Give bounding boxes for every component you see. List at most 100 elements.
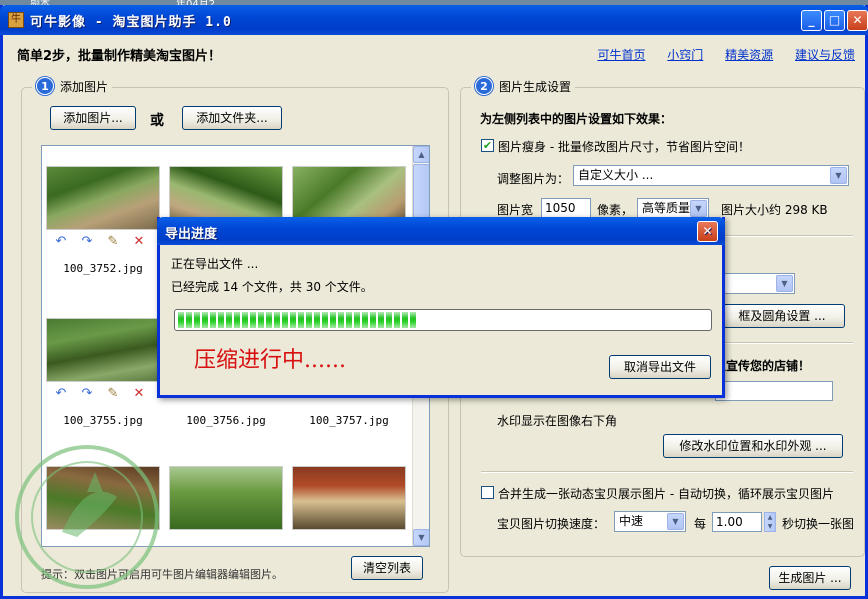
dialog-title-text: 导出进度 [165, 227, 218, 242]
thumbnail-name: 100_3752.jpg [63, 262, 143, 275]
thumb-toolbar: ↶ ↷ ✎ ✕ [54, 386, 154, 404]
resize-select[interactable]: 自定义大小 ... ▼ [573, 165, 849, 186]
frame-settings-button[interactable]: 框及圆角设置 ... [719, 304, 845, 328]
thumbnail-image[interactable] [169, 466, 283, 530]
cancel-export-button[interactable]: 取消导出文件 [609, 355, 711, 379]
rotate-right-icon[interactable]: ↷ [80, 234, 94, 252]
merge-checkbox[interactable] [481, 486, 494, 499]
merge-label: 合并生成一张动态宝贝展示图片 - 自动切换，循环展示宝贝图片 [498, 487, 834, 501]
quality-select[interactable]: 高等质量 ▼ [637, 198, 709, 219]
progress-segment [258, 312, 264, 328]
thumbnail-name: 100_3756.jpg [186, 414, 266, 427]
list-item[interactable] [167, 446, 285, 546]
frame-select[interactable]: ▼ [721, 273, 795, 294]
maximize-button[interactable]: □ [824, 10, 845, 31]
watermark-position: 水印显示在图像右下角 [497, 414, 618, 428]
progress-segment [346, 312, 352, 328]
delete-icon[interactable]: ✕ [132, 234, 146, 252]
rotate-left-icon[interactable]: ↶ [54, 386, 68, 404]
edit-icon[interactable]: ✎ [106, 386, 120, 404]
every-label: 每 [694, 517, 707, 531]
export-progress-dialog: 导出进度 ✕ 正在导出文件 ... 已经完成 14 个文件，共 30 个文件。 … [157, 217, 725, 398]
progress-segment [266, 312, 272, 328]
add-images-button[interactable]: 添加图片... [50, 106, 136, 130]
progress-segment [378, 312, 384, 328]
progress-segment [274, 312, 280, 328]
progress-segment [210, 312, 216, 328]
list-item[interactable] [290, 446, 408, 546]
progress-segment [186, 312, 192, 328]
settings-subtitle: 为左侧列表中的图片设置如下效果： [480, 112, 673, 126]
progress-segment [370, 312, 376, 328]
add-folder-button[interactable]: 添加文件夹... [182, 106, 282, 130]
thumbnail-image[interactable] [292, 466, 406, 530]
thumbnail-image[interactable] [46, 318, 160, 382]
rotate-left-icon[interactable]: ↶ [54, 234, 68, 252]
resize-label: 调整图片为： [497, 172, 570, 186]
add-images-title: 添加图片 [60, 79, 109, 94]
watermark-input[interactable] [715, 381, 833, 401]
close-button[interactable]: ✕ [847, 10, 868, 31]
list-item[interactable]: ↶ ↷ ✎ ✕ 100_3755.jpg [44, 298, 162, 443]
dialog-close-button[interactable]: ✕ [697, 221, 718, 242]
thumbnail-image[interactable] [46, 466, 160, 530]
scroll-down-icon[interactable]: ▼ [413, 529, 429, 546]
group-title-add: 1 添加图片 [32, 77, 113, 95]
chevron-down-icon[interactable]: ▼ [776, 275, 793, 292]
link-resources[interactable]: 精美资源 [725, 48, 773, 62]
chevron-down-icon[interactable]: ▼ [667, 513, 684, 530]
thumbnail-name: 100_3757.jpg [309, 414, 389, 427]
pixel-label: 像素， [597, 203, 634, 217]
thumbnail-name: 100_3755.jpg [63, 414, 143, 427]
slim-label: 图片瘦身 - 批量修改图片尺寸，节省图片空间！ [498, 140, 750, 154]
export-line-2: 已经完成 14 个文件，共 30 个文件。 [171, 280, 373, 294]
progress-segment [330, 312, 336, 328]
progress-segment [402, 312, 408, 328]
clear-list-button[interactable]: 清空列表 [351, 556, 423, 580]
quality-value: 高等质量 [642, 201, 691, 215]
speed-label: 宝贝图片切换速度： [497, 517, 606, 531]
list-item[interactable]: ↶ ↷ ✎ ✕ 100_3752.jpg [44, 146, 162, 291]
list-item[interactable] [44, 446, 162, 546]
thumbnail-image[interactable] [46, 166, 160, 230]
edit-icon[interactable]: ✎ [106, 234, 120, 252]
hint-text: 提示：双击图片可启用可牛图片编辑器编辑图片。 [41, 568, 283, 581]
divider [481, 471, 853, 473]
progress-segment [218, 312, 224, 328]
progress-segment [306, 312, 312, 328]
progress-segment [178, 312, 184, 328]
progress-segment [250, 312, 256, 328]
scroll-up-icon[interactable]: ▲ [413, 146, 429, 163]
link-tips[interactable]: 小窍门 [667, 48, 703, 62]
resize-value: 自定义大小 ... [578, 168, 654, 182]
progress-segment [362, 312, 368, 328]
thumb-toolbar: ↶ ↷ ✎ ✕ [54, 234, 154, 252]
progress-segment [242, 312, 248, 328]
progress-segment [202, 312, 208, 328]
watermark-settings-button[interactable]: 修改水印位置和水印外观 ... [663, 434, 843, 458]
slim-checkbox[interactable]: ✔ [481, 139, 494, 152]
step-1-icon: 1 [36, 77, 54, 95]
progress-segment [314, 312, 320, 328]
progress-segment [234, 312, 240, 328]
minimize-button[interactable]: _ [801, 10, 822, 31]
generate-button[interactable]: 生成图片 ... [769, 566, 851, 590]
speed-select[interactable]: 中速 ▼ [614, 511, 686, 532]
watermark-prompt: 以宣传您的店铺！ [714, 359, 811, 373]
spin-button[interactable]: ▲ ▼ [764, 512, 776, 532]
seconds-input[interactable]: 1.00 [712, 512, 762, 532]
delete-icon[interactable]: ✕ [132, 386, 146, 404]
chevron-down-icon[interactable]: ▼ [690, 200, 707, 217]
compress-status: 压缩进行中...... [194, 348, 346, 373]
link-feedback[interactable]: 建议与反馈 [795, 48, 855, 62]
progress-segment [354, 312, 360, 328]
progress-segment [290, 312, 296, 328]
progress-segment [298, 312, 304, 328]
width-input[interactable]: 1050 [541, 198, 591, 218]
rotate-right-icon[interactable]: ↷ [80, 386, 94, 404]
link-home[interactable]: 可牛首页 [597, 48, 645, 62]
dialog-title[interactable]: 导出进度 ✕ [157, 217, 725, 245]
title-bar[interactable]: 牛 可牛影像 - 淘宝图片助手 1.0 _ □ ✕ [0, 5, 868, 35]
chevron-down-icon[interactable]: ▼ [830, 167, 847, 184]
window-title: 可牛影像 - 淘宝图片助手 1.0 [30, 15, 232, 30]
